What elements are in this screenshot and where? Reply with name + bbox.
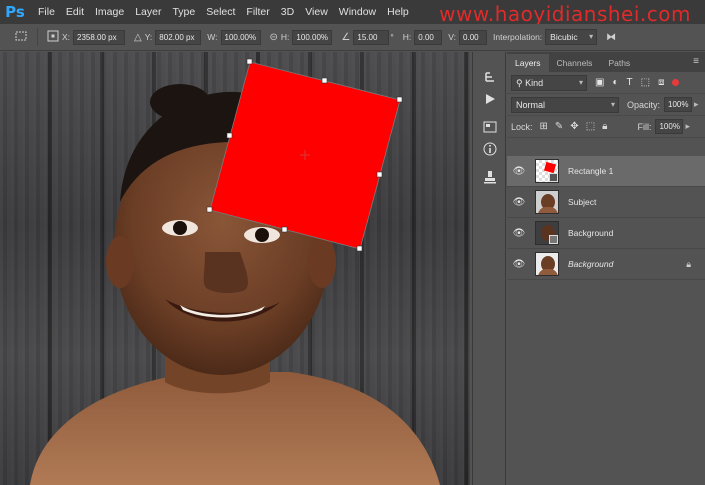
- opacity-dropdown-icon[interactable]: ▸: [694, 99, 699, 110]
- layer-name[interactable]: Subject: [568, 197, 596, 207]
- horizontal-skew-field[interactable]: 0.00: [414, 29, 443, 45]
- kind-label: Kind: [525, 77, 544, 88]
- layer-row[interactable]: 👁︎ Background: [507, 218, 705, 249]
- interpolation-label: Interpolation:: [493, 32, 543, 42]
- fill-field[interactable]: 100%: [655, 119, 684, 134]
- shape-filter-icon[interactable]: ⬚: [641, 77, 650, 88]
- visibility-eye-icon[interactable]: 👁︎: [507, 197, 531, 208]
- lock-position-icon[interactable]: ✥: [570, 121, 578, 132]
- layer-thumbnail: [535, 159, 559, 183]
- layer-thumbnail: [535, 252, 559, 276]
- menu-layer[interactable]: Layer: [135, 6, 161, 18]
- lock-transparent-icon[interactable]: ⊞: [540, 121, 548, 132]
- tab-layers[interactable]: Layers: [507, 54, 549, 72]
- visibility-eye-icon[interactable]: 👁︎: [507, 228, 531, 239]
- adjustment-filter-icon[interactable]: ◐: [612, 77, 618, 88]
- search-icon: ⚲: [516, 77, 526, 88]
- degree-symbol: °: [390, 32, 394, 42]
- menu-view[interactable]: View: [305, 6, 328, 18]
- menu-image[interactable]: Image: [95, 6, 124, 18]
- h-label: H:: [280, 32, 290, 42]
- menu-window[interactable]: Window: [339, 6, 376, 18]
- panel-icon-strip: [472, 52, 506, 485]
- watermark-text: www.haoyidianshei.com: [439, 2, 691, 26]
- visibility-eye-icon[interactable]: 👁︎: [507, 259, 531, 270]
- lock-label: Lock:: [511, 121, 533, 132]
- warp-icon[interactable]: ⧓: [606, 32, 616, 43]
- layer-row[interactable]: 👁︎ Subject: [507, 187, 705, 218]
- artboard-icon[interactable]: ⬚: [586, 121, 595, 132]
- menu-edit[interactable]: Edit: [66, 6, 84, 18]
- interpolation-select[interactable]: Bicubic: [545, 29, 598, 45]
- lock-all-icon[interactable]: 🔒︎: [602, 121, 607, 132]
- hskew-label: H:: [402, 32, 412, 42]
- clone-source-icon[interactable]: [473, 166, 507, 188]
- pixel-filter-icon[interactable]: ▣: [595, 77, 604, 88]
- panel-menu-icon[interactable]: ≡: [693, 56, 699, 67]
- opacity-label: Opacity:: [627, 99, 661, 110]
- layer-name[interactable]: Background: [568, 259, 613, 269]
- transform-tool-icon[interactable]: [14, 30, 28, 45]
- layer-thumbnail: [535, 190, 559, 214]
- x-label: X:: [62, 32, 71, 42]
- fill-dropdown-icon[interactable]: ▸: [685, 121, 690, 132]
- delta-icon[interactable]: △: [134, 32, 142, 43]
- filter-toggle-icon[interactable]: [672, 79, 680, 86]
- filter-row: ⚲ Kind ▣ ◐ T ⬚ ⧈: [507, 72, 705, 94]
- layer-thumbnail: [535, 221, 559, 245]
- menu-type[interactable]: Type: [172, 6, 195, 18]
- link-icon[interactable]: ⊝: [270, 32, 278, 43]
- x-position-field[interactable]: 2358.00 px: [73, 29, 126, 45]
- w-label: W:: [207, 32, 218, 42]
- layers-panel: Layers Channels Paths ≡ ⚲ Kind ▣ ◐ T ⬚ ⧈…: [507, 52, 705, 485]
- lock-row: Lock: ⊞ ✎ ✥ ⬚ 🔒︎ Fill: 100% ▸: [507, 116, 705, 138]
- layer-list: 👁︎ Rectangle 1 👁︎ Subject 👁︎ Background: [507, 156, 705, 280]
- height-field[interactable]: 100.00%: [292, 29, 333, 45]
- history-icon[interactable]: [473, 66, 507, 88]
- layer-name[interactable]: Rectangle 1: [568, 166, 613, 176]
- info-icon[interactable]: [473, 138, 507, 160]
- layer-name[interactable]: Background: [568, 228, 613, 238]
- vertical-skew-field[interactable]: 0.00: [459, 29, 488, 45]
- type-filter-icon[interactable]: T: [627, 77, 633, 88]
- angle-icon: ∠: [341, 31, 351, 43]
- width-field[interactable]: 100.00%: [220, 29, 261, 45]
- play-icon[interactable]: [473, 88, 507, 110]
- options-bar: X: 2358.00 px △ Y: 802.00 px W: 100.00% ⊝ H…: [0, 24, 705, 51]
- blend-row: Normal Opacity: 100% ▸: [507, 94, 705, 116]
- rectangle-shape[interactable]: [0, 52, 470, 485]
- reference-point-icon[interactable]: [47, 30, 59, 45]
- tab-channels[interactable]: Channels: [549, 54, 601, 72]
- menu-bar: Ps File Edit Image Layer Type Select Fil…: [0, 0, 705, 26]
- layer-row[interactable]: 👁︎ Rectangle 1: [507, 156, 705, 187]
- menu-3d[interactable]: 3D: [281, 6, 294, 18]
- menu-filter[interactable]: Filter: [246, 6, 269, 18]
- divider: [37, 28, 38, 46]
- fill-label: Fill:: [637, 121, 652, 132]
- menu-file[interactable]: File: [38, 6, 55, 18]
- panel-tabs: Layers Channels Paths ≡: [507, 52, 705, 72]
- properties-icon[interactable]: [473, 116, 507, 138]
- menu-select[interactable]: Select: [206, 6, 235, 18]
- rotation-angle-field[interactable]: 15.00: [353, 29, 390, 45]
- vskew-label: V:: [448, 32, 457, 42]
- smart-object-filter-icon[interactable]: ⧈: [658, 77, 664, 88]
- blend-mode-select[interactable]: Normal: [511, 96, 619, 113]
- document-canvas[interactable]: [0, 52, 470, 485]
- y-position-field[interactable]: 802.00 px: [155, 29, 202, 45]
- visibility-eye-icon[interactable]: 👁︎: [507, 166, 531, 177]
- photoshop-logo: Ps: [5, 3, 25, 21]
- tab-paths[interactable]: Paths: [600, 54, 638, 72]
- layer-lock-icon: 🔒︎: [686, 258, 691, 269]
- y-label: Y:: [144, 32, 153, 42]
- opacity-field[interactable]: 100%: [664, 97, 693, 112]
- layer-row[interactable]: 👁︎ Background 🔒︎: [507, 249, 705, 280]
- menu-help[interactable]: Help: [387, 6, 409, 18]
- kind-filter-select[interactable]: ⚲ Kind: [511, 74, 587, 91]
- lock-image-icon[interactable]: ✎: [555, 121, 563, 132]
